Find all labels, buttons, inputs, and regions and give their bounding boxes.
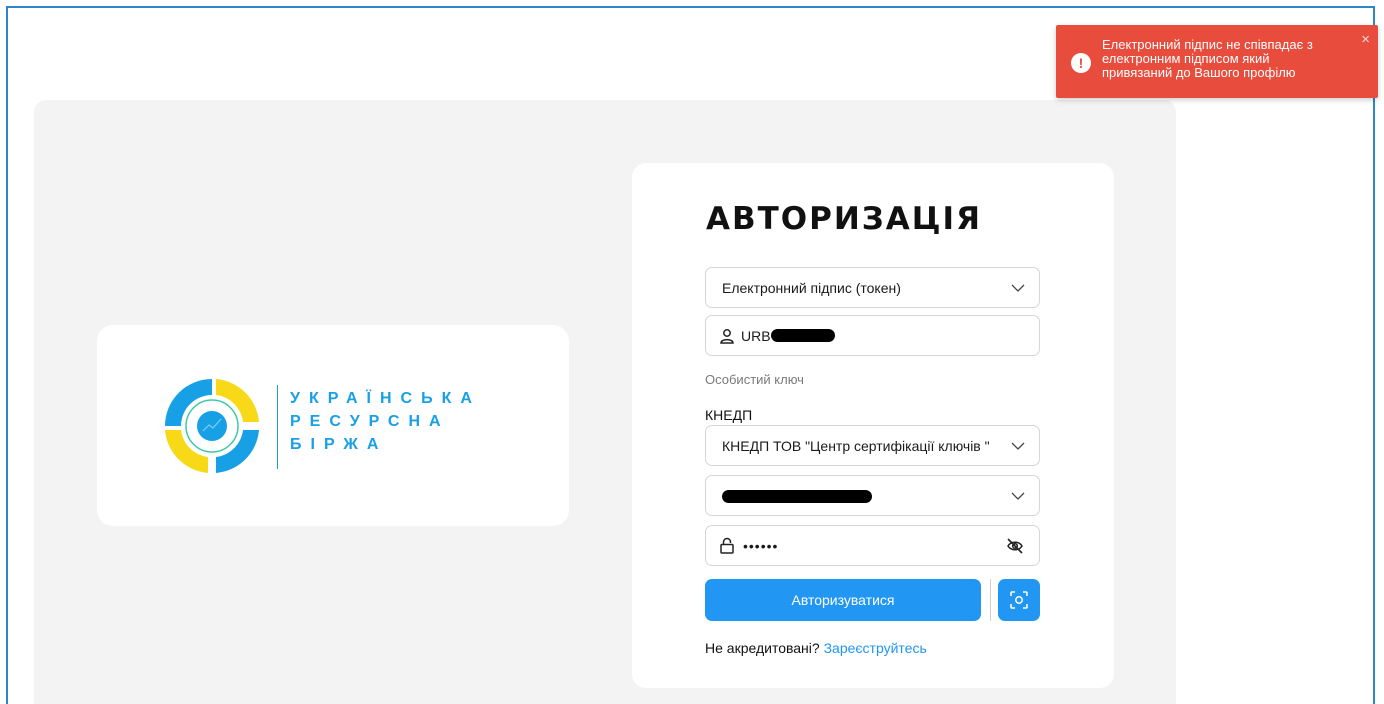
logo-card: УКРАЇНСЬКА РЕСУРСНА БІРЖА (97, 325, 569, 526)
signature-method-select[interactable]: Електронний підпис (токен) (705, 267, 1040, 308)
chevron-down-icon (1011, 284, 1025, 292)
page-title: АВТОРИЗАЦІЯ (706, 201, 982, 237)
logo-divider (277, 385, 278, 469)
register-text: Не акредитовані? (705, 640, 820, 656)
logo-line-3: БІРЖА (290, 436, 388, 453)
signature-method-value: Електронний підпис (токен) (722, 279, 901, 296)
auth-card: АВТОРИЗАЦІЯ Електронний підпис (токен) U… (632, 163, 1114, 688)
register-link[interactable]: Зареєструйтесь (824, 640, 927, 656)
password-value: •••••• (743, 537, 779, 554)
face-scan-icon (1010, 591, 1028, 609)
username-field[interactable]: URB (705, 315, 1040, 356)
password-field[interactable]: •••••• (705, 525, 1040, 566)
chevron-down-icon (1011, 442, 1025, 450)
key-select[interactable] (705, 475, 1040, 516)
kedp-label: КНЕДП (705, 407, 753, 423)
key-value (706, 488, 1011, 504)
button-divider (990, 579, 991, 621)
face-scan-button[interactable] (998, 579, 1040, 621)
redacted-username (770, 329, 835, 342)
error-icon: ! (1071, 53, 1091, 73)
kedp-select[interactable]: КНЕДП ТОВ "Центр сертифікації ключів " (705, 425, 1040, 466)
kedp-value: КНЕДП ТОВ "Центр сертифікації ключів " (722, 437, 990, 454)
register-prompt: Не акредитовані? Зареєструйтесь (705, 640, 927, 656)
close-icon[interactable]: × (1361, 32, 1370, 47)
toast-message: Електронний підпис не співпадає з електр… (1102, 37, 1313, 80)
chevron-down-icon (1011, 492, 1025, 500)
logo-line-2: РЕСУРСНА (290, 413, 450, 430)
login-button[interactable]: Авторизуватися (705, 579, 981, 621)
logo-icon (165, 379, 259, 473)
redacted-key (722, 490, 872, 504)
user-icon (720, 328, 734, 344)
eye-off-icon[interactable] (1005, 536, 1025, 556)
logo-line-1: УКРАЇНСЬКА (290, 390, 481, 407)
error-toast: ! Електронний підпис не співпадає з елек… (1056, 25, 1378, 98)
private-key-label[interactable]: Особистий ключ (705, 372, 804, 387)
logo-text: УКРАЇНСЬКА РЕСУРСНА БІРЖА (290, 387, 481, 456)
lock-icon (720, 537, 734, 554)
username-value: URB (741, 327, 771, 344)
